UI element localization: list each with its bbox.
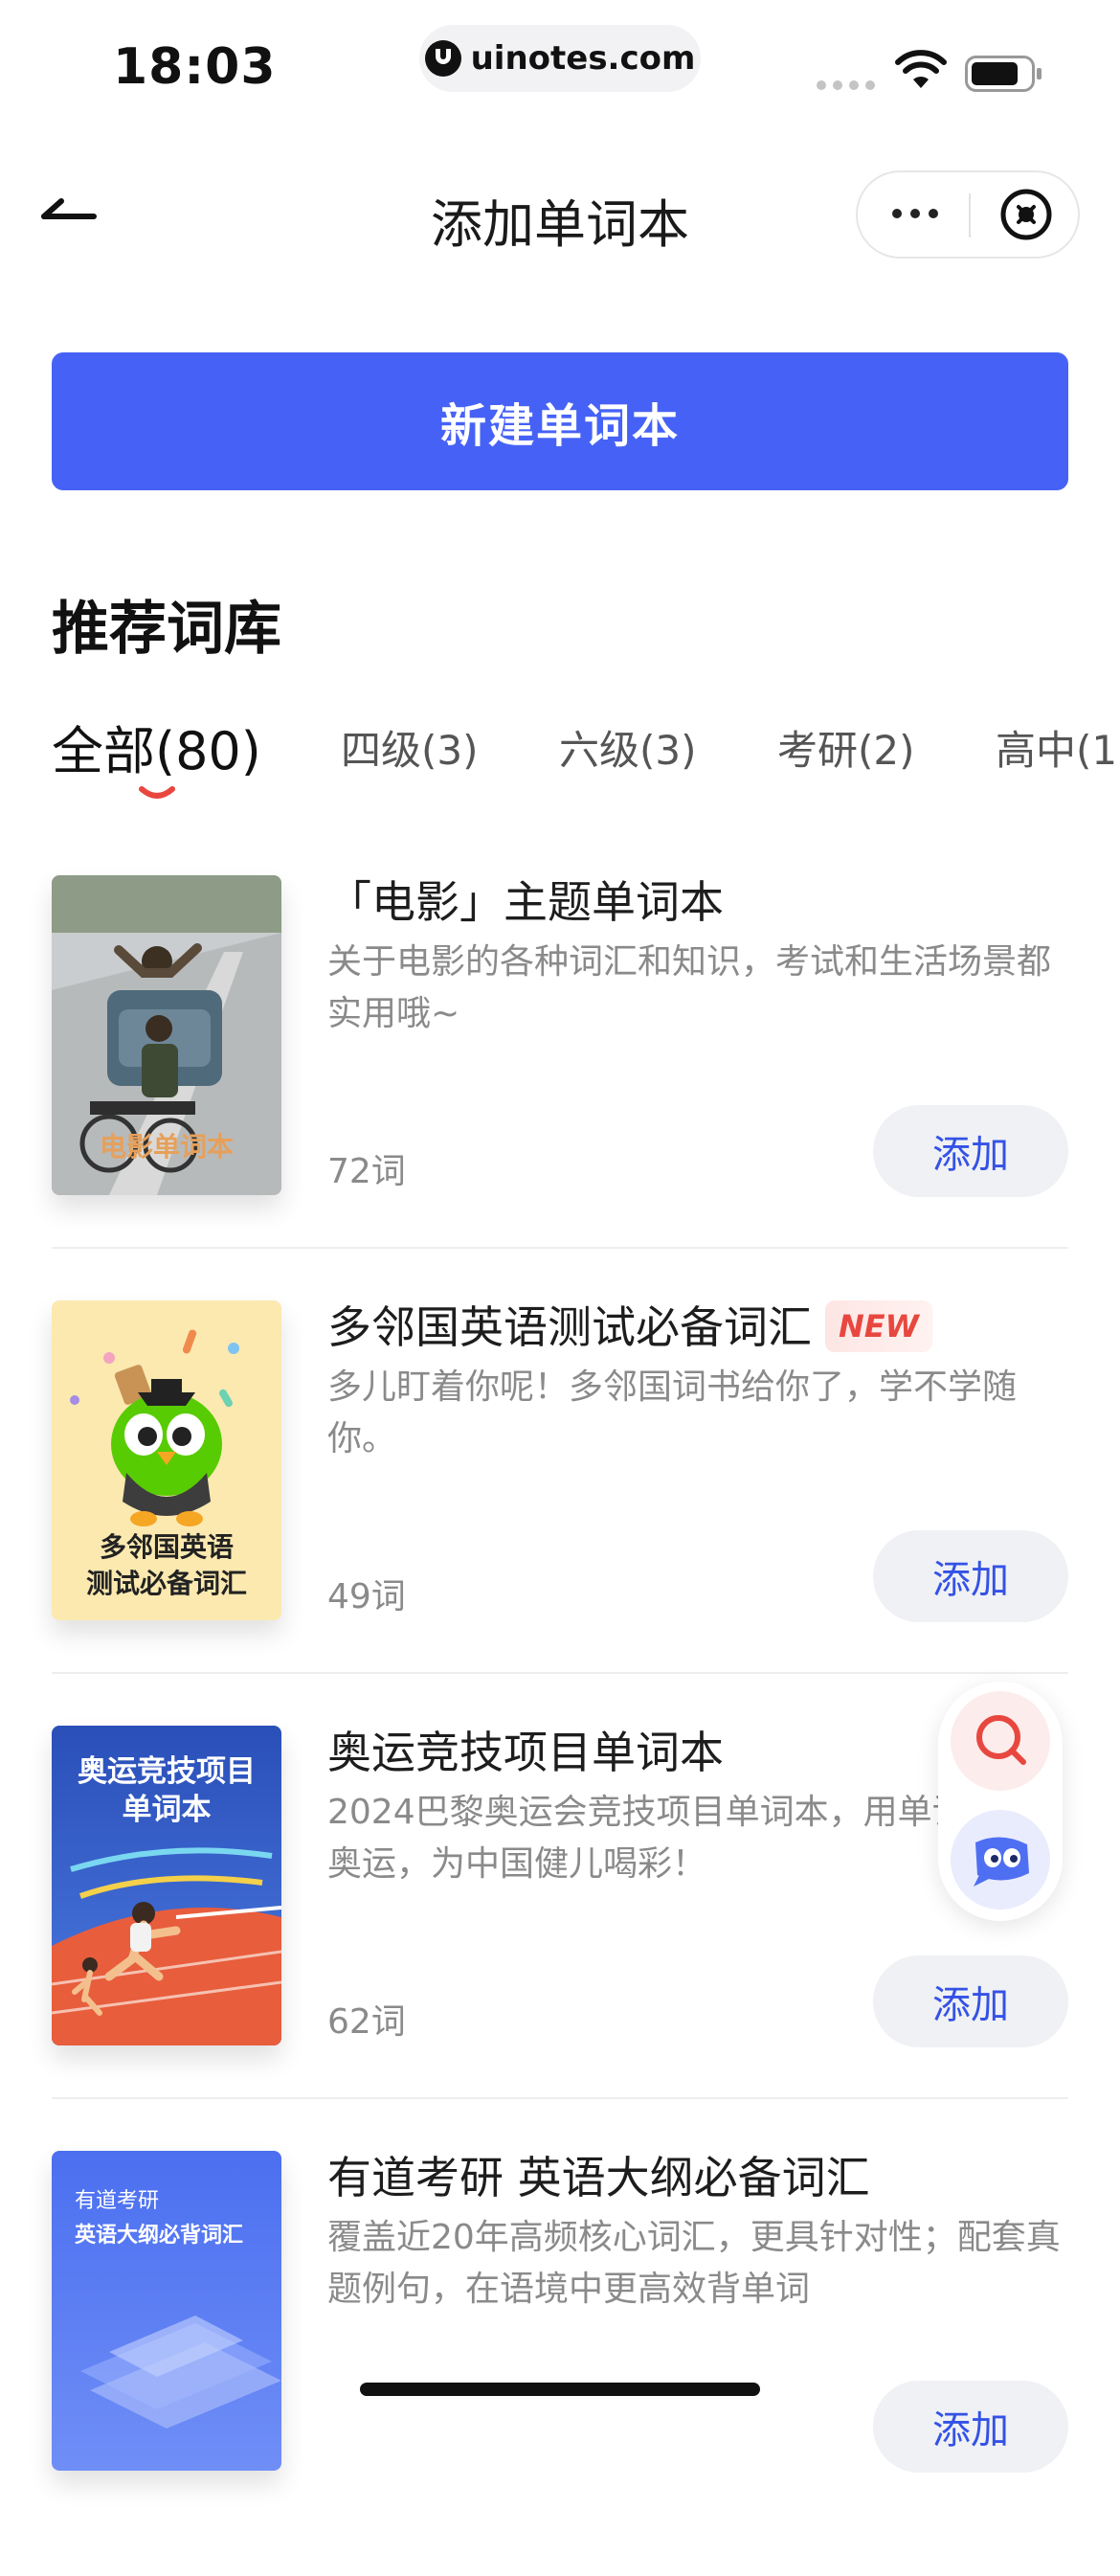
cellular-signal-icon xyxy=(817,80,875,90)
capsule-divider xyxy=(969,193,971,237)
word-count: 49词 xyxy=(327,1577,406,1616)
floating-assistant-button[interactable] xyxy=(951,1810,1050,1909)
tab-cet6[interactable]: 六级(3) xyxy=(559,718,697,777)
wordbook-item-kaoyan[interactable]: 有道考研 英语大纲必背词汇 有道考研 英语大纲必备词汇 覆盖近20年高频核心词汇… xyxy=(52,2151,1068,2576)
cover-title-line-1: 奥运竞技项目 xyxy=(78,1754,256,1789)
list-divider xyxy=(52,1672,1068,1674)
add-button[interactable]: 添加 xyxy=(873,1105,1068,1197)
wordbook-description: 多儿盯着你呢！多邻国词书给你了，学不学随你。 xyxy=(327,1367,1018,1458)
mini-program-capsule xyxy=(856,170,1080,259)
wordbook-item-duolingo[interactable]: 多邻国英语 测试必备词汇 多邻国英语测试必备词汇 NEW 多儿盯着你呢！多邻国词书… xyxy=(52,1300,1068,1726)
tab-all[interactable]: 全部(80) xyxy=(52,709,261,784)
url-text: uinotes.com xyxy=(470,39,696,78)
wordbook-title: 奥运竞技项目单词本 xyxy=(327,1727,724,1778)
cover-title-line-2: 英语大纲必背词汇 xyxy=(75,2224,244,2248)
close-icon[interactable] xyxy=(999,188,1053,241)
cover-title-line-1: 多邻国英语 xyxy=(99,1531,234,1563)
status-bar: 18:03 uinotes.com xyxy=(0,0,1120,134)
battery-icon xyxy=(965,56,1042,92)
list-divider xyxy=(52,2097,1068,2099)
create-wordbook-button[interactable]: 新建单词本 xyxy=(52,352,1068,490)
wordbook-cover-image: 有道考研 英语大纲必背词汇 xyxy=(52,2151,281,2471)
url-pill: uinotes.com xyxy=(419,25,701,92)
cover-title: 电影单词本 xyxy=(99,1131,234,1163)
cover-title-line-2: 单词本 xyxy=(122,1793,212,1827)
wordbook-title: 多邻国英语测试必备词汇 NEW xyxy=(327,1293,932,1356)
wordbook-item-movie[interactable]: 电影单词本 「电影」主题单词本 关于电影的各种词汇和知识，考试和生活场景都实用哦… xyxy=(52,875,1068,1300)
add-button[interactable]: 添加 xyxy=(873,1530,1068,1622)
home-indicator xyxy=(360,2383,760,2396)
site-logo-icon xyxy=(424,40,461,77)
more-options-icon[interactable] xyxy=(892,209,938,218)
wordbook-description: 覆盖近20年高频核心词汇，更具针对性；配套真题例句，在语境中更高效背单词 xyxy=(327,2218,1061,2309)
ai-assistant-icon xyxy=(974,1837,1029,1887)
wordbook-title: 有道考研 英语大纲必备词汇 xyxy=(327,2152,870,2203)
word-count: 62词 xyxy=(327,2002,406,2042)
search-icon xyxy=(976,1715,1026,1765)
tab-cet4[interactable]: 四级(3) xyxy=(341,718,479,777)
tab-active-indicator xyxy=(139,786,175,799)
wifi-icon xyxy=(895,50,947,88)
floating-search-button[interactable] xyxy=(951,1691,1050,1791)
word-count: 72词 xyxy=(327,1152,406,1191)
wordbook-cover-image: 多邻国英语 测试必备词汇 xyxy=(52,1300,281,1620)
wordbook-title-text: 多邻国英语测试必备词汇 xyxy=(327,1301,812,1353)
list-divider xyxy=(52,1247,1068,1249)
add-button[interactable]: 添加 xyxy=(873,2381,1068,2473)
cover-title-line-1: 有道考研 xyxy=(75,2189,160,2213)
floating-action-bar xyxy=(938,1682,1063,1921)
wordbook-title: 「电影」主题单词本 xyxy=(327,876,724,928)
status-time: 18:03 xyxy=(113,38,277,96)
new-badge: NEW xyxy=(825,1300,932,1352)
tab-high-school[interactable]: 高中(18 xyxy=(996,718,1120,777)
wordbook-cover-image: 电影单词本 xyxy=(52,875,281,1195)
wordbook-description: 关于电影的各种词汇和知识，考试和生活场景都实用哦~ xyxy=(327,942,1052,1033)
category-tabs: 全部(80) 四级(3) 六级(3) 考研(2) 高中(18 xyxy=(0,709,1120,814)
cover-title-line-2: 测试必备词汇 xyxy=(85,1568,247,1599)
tab-postgraduate[interactable]: 考研(2) xyxy=(777,718,915,777)
add-button[interactable]: 添加 xyxy=(873,1955,1068,2047)
section-title: 推荐词库 xyxy=(52,596,281,663)
wordbook-cover-image: 奥运竞技项目 单词本 xyxy=(52,1726,281,2045)
wordbook-item-olympics[interactable]: 奥运竞技项目 单词本 奥运竞技项目单词本 2024巴黎奥运会竞技项目单词本，用单… xyxy=(52,1726,1068,2151)
